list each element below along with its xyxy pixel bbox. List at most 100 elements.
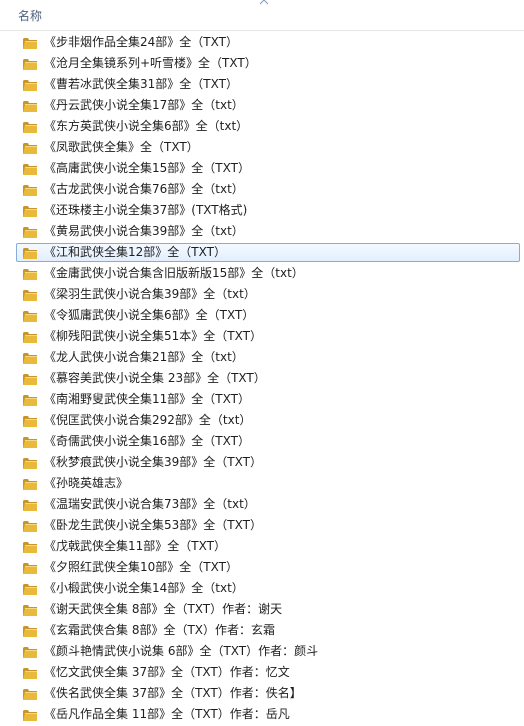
folder-name: 《令狐庸武侠小说全集6部》全（TXT） bbox=[44, 308, 255, 322]
folder-row[interactable]: 《梁羽生武侠小说合集39部》全（txt） bbox=[0, 284, 524, 305]
folder-row[interactable]: 《黄易武侠小说合集39部》全（txt） bbox=[0, 221, 524, 242]
folder-row[interactable]: 《金庸武侠小说合集含旧版新版15部》全（txt） bbox=[0, 263, 524, 284]
folder-icon bbox=[23, 206, 37, 217]
folder-icon bbox=[23, 101, 37, 112]
folder-name: 《高庸武侠小说全集15部》全（TXT） bbox=[44, 161, 250, 175]
folder-name: 《夕照红武侠全集10部》全（TXT） bbox=[44, 560, 238, 574]
folder-name: 《岳凡作品全集 11部》全（TXT）作者：岳凡 bbox=[44, 707, 290, 721]
folder-icon bbox=[23, 290, 37, 301]
folder-icon bbox=[23, 584, 37, 595]
folder-icon bbox=[23, 248, 37, 259]
folder-name: 《小椴武侠小说全集14部》全（txt） bbox=[44, 581, 244, 595]
folder-icon bbox=[23, 479, 37, 490]
folder-name: 《秋梦痕武侠小说全集39部》全（TXT） bbox=[44, 455, 262, 469]
folder-icon bbox=[23, 122, 37, 133]
folder-name: 《龙人武侠小说合集21部》全（txt） bbox=[44, 350, 244, 364]
folder-name: 《凤歌武侠全集》全（TXT） bbox=[44, 140, 199, 154]
folder-name: 《慕容美武侠小说全集 23部》全（TXT） bbox=[44, 371, 266, 385]
folder-icon bbox=[23, 185, 37, 196]
folder-name: 《倪匡武侠小说合集292部》全（txt） bbox=[44, 413, 252, 427]
column-name-header[interactable]: 名称 bbox=[18, 7, 42, 24]
folder-icon bbox=[23, 59, 37, 70]
folder-icon bbox=[23, 416, 37, 427]
folder-row[interactable]: 《令狐庸武侠小说全集6部》全（TXT） bbox=[0, 305, 524, 326]
folder-row[interactable]: 《慕容美武侠小说全集 23部》全（TXT） bbox=[0, 368, 524, 389]
folder-row[interactable]: 《孙晓英雄志》 bbox=[0, 473, 524, 494]
folder-name: 《还珠楼主小说全集37部》(TXT格式) bbox=[44, 203, 248, 217]
folder-icon bbox=[23, 689, 37, 700]
folder-icon bbox=[23, 563, 37, 574]
folder-icon bbox=[23, 626, 37, 637]
folder-icon bbox=[23, 668, 37, 679]
folder-name: 《步非烟作品全集24部》全（TXT） bbox=[44, 35, 238, 49]
folder-row[interactable]: 《奇儒武侠小说全集16部》全（TXT） bbox=[0, 431, 524, 452]
folder-row[interactable]: 《江和武侠全集12部》全（TXT） bbox=[0, 242, 524, 263]
folder-row[interactable]: 《南湘野叟武侠全集11部》全（TXT） bbox=[0, 389, 524, 410]
folder-row[interactable]: 《小椴武侠小说全集14部》全（txt） bbox=[0, 578, 524, 599]
folder-row[interactable]: 《凤歌武侠全集》全（TXT） bbox=[0, 137, 524, 158]
folder-name: 《谢天武侠全集 8部》全（TXT）作者：谢天 bbox=[44, 602, 283, 616]
folder-name: 《忆文武侠全集 37部》全（TXT）作者：忆文 bbox=[44, 665, 290, 679]
folder-row[interactable]: 《岳凡作品全集 11部》全（TXT）作者：岳凡 bbox=[0, 704, 524, 725]
folder-row[interactable]: 《戊戟武侠全集11部》全（TXT） bbox=[0, 536, 524, 557]
folder-row[interactable]: 《佚名武侠全集 37部》全（TXT）作者：佚名】 bbox=[0, 683, 524, 704]
folder-row[interactable]: 《颜斗艳情武侠小说集 6部》全（TXT）作者：颜斗 bbox=[0, 641, 524, 662]
folder-icon bbox=[23, 395, 37, 406]
folder-icon bbox=[23, 437, 37, 448]
folder-icon bbox=[23, 647, 37, 658]
folder-icon bbox=[23, 374, 37, 385]
folder-name: 《东方英武侠小说全集6部》全（txt） bbox=[44, 119, 249, 133]
folder-icon bbox=[23, 458, 37, 469]
folder-name: 《古龙武侠小说合集76部》全（txt） bbox=[44, 182, 244, 196]
folder-row[interactable]: 《还珠楼主小说全集37部》(TXT格式) bbox=[0, 200, 524, 221]
folder-icon bbox=[23, 269, 37, 280]
folder-name: 《丹云武侠小说全集17部》全（txt） bbox=[44, 98, 244, 112]
folder-row[interactable]: 《卧龙生武侠小说全集53部》全（TXT） bbox=[0, 515, 524, 536]
column-header: 名称 bbox=[0, 0, 524, 31]
folder-row[interactable]: 《柳残阳武侠小说全集51本》全（TXT） bbox=[0, 326, 524, 347]
folder-row[interactable]: 《忆文武侠全集 37部》全（TXT）作者：忆文 bbox=[0, 662, 524, 683]
folder-row[interactable]: 《夕照红武侠全集10部》全（TXT） bbox=[0, 557, 524, 578]
folder-row[interactable]: 《谢天武侠全集 8部》全（TXT）作者：谢天 bbox=[0, 599, 524, 620]
folder-icon bbox=[23, 353, 37, 364]
folder-icon bbox=[23, 605, 37, 616]
folder-row[interactable]: 《倪匡武侠小说合集292部》全（txt） bbox=[0, 410, 524, 431]
folder-icon bbox=[23, 521, 37, 532]
folder-name: 《沧月全集镜系列+听雪楼》全（TXT） bbox=[44, 56, 257, 70]
folder-icon bbox=[23, 500, 37, 511]
folder-name: 《温瑞安武侠小说合集73部》全（txt） bbox=[44, 497, 256, 511]
folder-name: 《奇儒武侠小说全集16部》全（TXT） bbox=[44, 434, 250, 448]
folder-name: 《佚名武侠全集 37部》全（TXT）作者：佚名】 bbox=[44, 686, 302, 700]
folder-icon bbox=[23, 542, 37, 553]
folder-icon bbox=[23, 164, 37, 175]
folder-name: 《金庸武侠小说合集含旧版新版15部》全（txt） bbox=[44, 266, 304, 280]
folder-row[interactable]: 《步非烟作品全集24部》全（TXT） bbox=[0, 32, 524, 53]
folder-icon bbox=[23, 80, 37, 91]
folder-name: 《曹若冰武侠全集31部》全（TXT） bbox=[44, 77, 238, 91]
folder-name: 《黄易武侠小说合集39部》全（txt） bbox=[44, 224, 244, 238]
folder-name: 《梁羽生武侠小说合集39部》全（txt） bbox=[44, 287, 256, 301]
folder-row[interactable]: 《丹云武侠小说全集17部》全（txt） bbox=[0, 95, 524, 116]
folder-row[interactable]: 《沧月全集镜系列+听雪楼》全（TXT） bbox=[0, 53, 524, 74]
folder-icon bbox=[23, 311, 37, 322]
folder-row[interactable]: 《曹若冰武侠全集31部》全（TXT） bbox=[0, 74, 524, 95]
folder-name: 《戊戟武侠全集11部》全（TXT） bbox=[44, 539, 226, 553]
folder-icon bbox=[23, 38, 37, 49]
folder-icon bbox=[23, 227, 37, 238]
folder-row[interactable]: 《高庸武侠小说全集15部》全（TXT） bbox=[0, 158, 524, 179]
file-list: 《步非烟作品全集24部》全（TXT） 《沧月全集镜系列+听雪楼》全（TXT） 《曹若… bbox=[0, 32, 524, 725]
folder-icon bbox=[23, 710, 37, 721]
sort-ascending-icon bbox=[259, 0, 269, 5]
folder-name: 《江和武侠全集12部》全（TXT） bbox=[44, 245, 226, 259]
folder-name: 《孙晓英雄志》 bbox=[44, 476, 129, 490]
folder-icon bbox=[23, 143, 37, 154]
folder-icon bbox=[23, 332, 37, 343]
folder-row[interactable]: 《东方英武侠小说全集6部》全（txt） bbox=[0, 116, 524, 137]
folder-row[interactable]: 《温瑞安武侠小说合集73部》全（txt） bbox=[0, 494, 524, 515]
folder-row[interactable]: 《玄霜武侠合集 8部》全（TX）作者：玄霜 bbox=[0, 620, 524, 641]
folder-name: 《柳残阳武侠小说全集51本》全（TXT） bbox=[44, 329, 262, 343]
folder-row[interactable]: 《秋梦痕武侠小说全集39部》全（TXT） bbox=[0, 452, 524, 473]
folder-row[interactable]: 《古龙武侠小说合集76部》全（txt） bbox=[0, 179, 524, 200]
folder-row[interactable]: 《龙人武侠小说合集21部》全（txt） bbox=[0, 347, 524, 368]
folder-name: 《玄霜武侠合集 8部》全（TX）作者：玄霜 bbox=[44, 623, 276, 637]
